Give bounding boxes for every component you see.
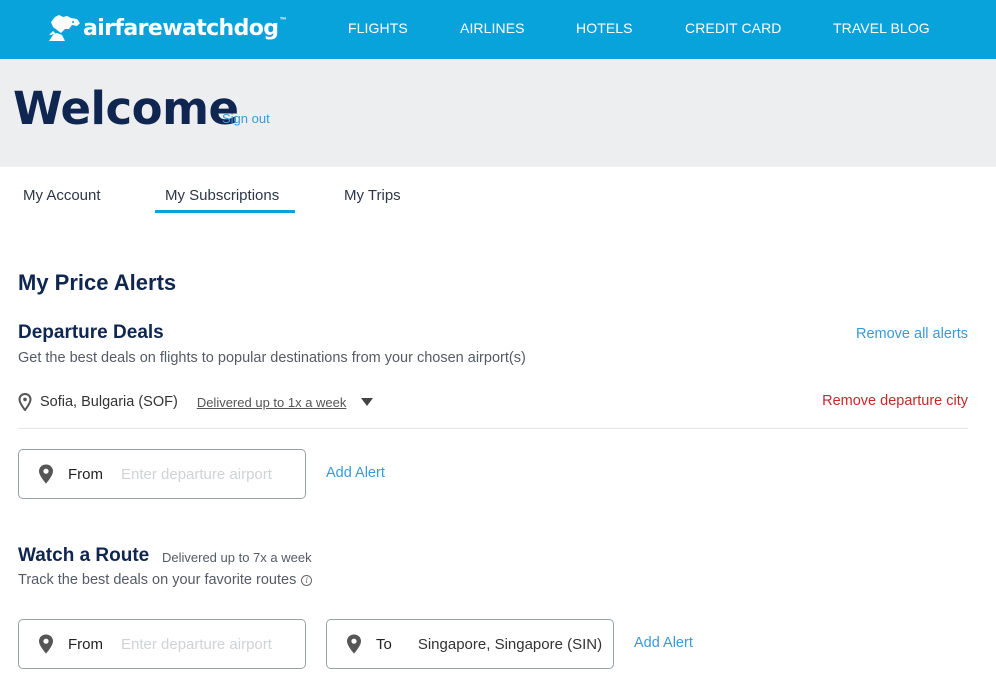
departure-deals-heading: Departure Deals <box>18 322 164 343</box>
departure-deals-description: Get the best deals on flights to popular… <box>18 350 526 366</box>
route-from-airport-input[interactable] <box>121 635 291 653</box>
dog-logo-icon <box>49 15 80 41</box>
departure-city-row: Sofia, Bulgaria (SOF) Delivered up to 1x… <box>18 392 374 412</box>
remove-departure-city-link[interactable]: Remove departure city <box>822 393 968 409</box>
add-route-alert-button[interactable]: Add Alert <box>634 635 693 651</box>
watch-route-frequency: Delivered up to 7x a week <box>162 550 312 565</box>
from-label: From <box>68 465 103 483</box>
add-departure-alert-button[interactable]: Add Alert <box>326 465 385 481</box>
departure-city-name: Sofia, Bulgaria (SOF) <box>40 394 178 410</box>
brand-name: airfarewatchdog <box>83 15 279 41</box>
to-label: To <box>376 635 392 653</box>
location-pin-icon <box>39 464 53 484</box>
tab-my-subscriptions[interactable]: My Subscriptions <box>165 187 279 204</box>
route-to-airport-input[interactable] <box>417 635 606 653</box>
from-label: From <box>68 635 103 653</box>
nav-credit-card[interactable]: CREDIT CARD <box>685 20 782 36</box>
brand-logo[interactable]: airfarewatchdog ™ <box>47 11 286 45</box>
departure-airport-input[interactable] <box>121 465 291 483</box>
welcome-banner: Welcome Sign out <box>0 59 996 167</box>
dropdown-caret-icon[interactable] <box>361 398 374 406</box>
tab-my-account[interactable]: My Account <box>23 187 101 204</box>
top-navigation-bar: airfarewatchdog ™ FLIGHTS AIRLINES HOTEL… <box>0 0 996 59</box>
nav-hotels[interactable]: HOTELS <box>576 20 633 36</box>
location-pin-icon <box>18 393 32 411</box>
page-title: Welcome <box>13 82 239 135</box>
tab-my-trips[interactable]: My Trips <box>344 187 401 204</box>
price-alerts-heading: My Price Alerts <box>18 270 177 295</box>
route-to-field[interactable]: To <box>326 619 614 669</box>
location-pin-icon <box>39 634 53 654</box>
section-divider <box>18 428 968 429</box>
watch-route-heading: Watch a Route <box>18 545 150 566</box>
active-tab-indicator <box>155 210 295 213</box>
watch-route-description-text: Track the best deals on your favorite ro… <box>18 572 297 588</box>
route-from-field[interactable]: From <box>18 619 306 669</box>
trademark-symbol: ™ <box>279 16 287 24</box>
nav-flights[interactable]: FLIGHTS <box>348 20 408 36</box>
nav-travel-blog[interactable]: TRAVEL BLOG <box>833 20 930 36</box>
nav-airlines[interactable]: AIRLINES <box>460 20 525 36</box>
location-pin-icon <box>347 634 361 654</box>
departure-from-field[interactable]: From <box>18 449 306 499</box>
frequency-dropdown[interactable]: Delivered up to 1x a week <box>197 395 347 410</box>
info-icon[interactable]: i <box>301 575 313 586</box>
watch-route-description: Track the best deals on your favorite ro… <box>18 572 313 588</box>
remove-all-alerts-link[interactable]: Remove all alerts <box>856 326 968 342</box>
sign-out-link[interactable]: Sign out <box>222 111 270 126</box>
